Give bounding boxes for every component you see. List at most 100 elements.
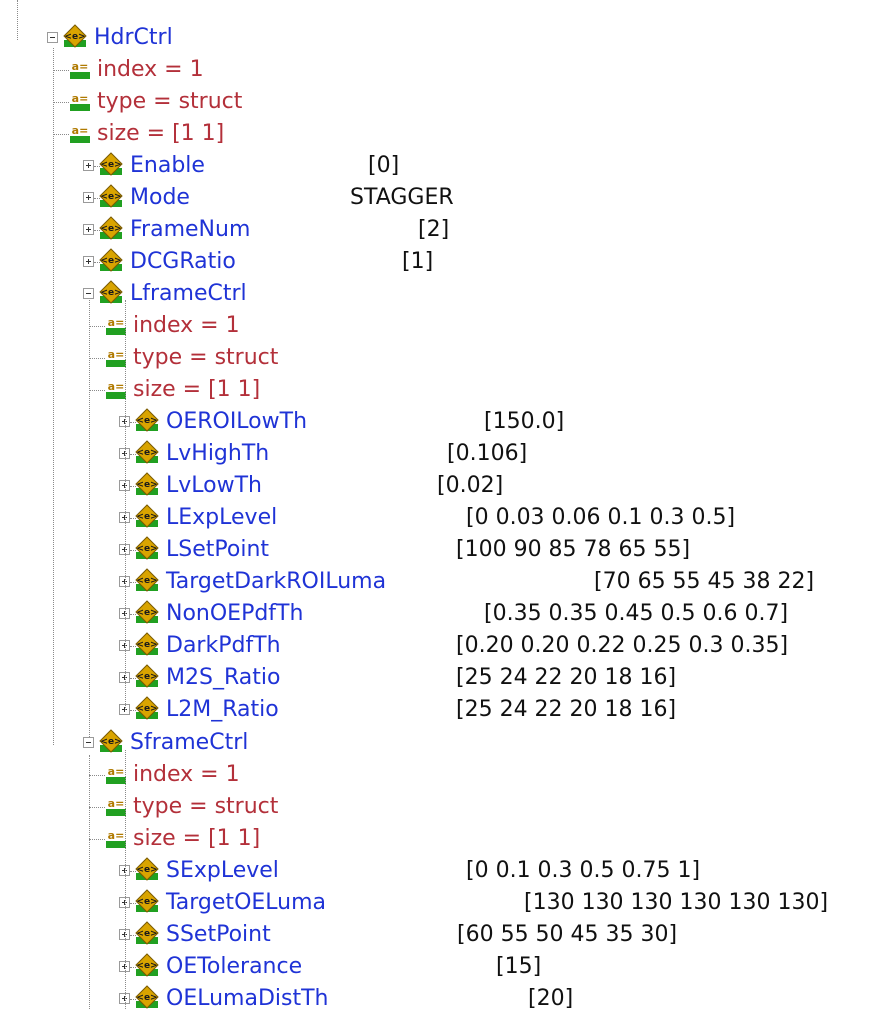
field-name: OEROILowTh	[166, 409, 308, 434]
field-value: [15]	[496, 954, 542, 979]
field-value: [0.106]	[447, 441, 528, 466]
plus-expander-icon[interactable]	[83, 192, 94, 203]
tree-node-field[interactable]: <e> Mode STAGGER	[0, 182, 870, 214]
struct-element-icon: <e>	[134, 600, 160, 624]
tree-node-field[interactable]: <e> NonOEPdfTh [0.35 0.35 0.45 0.5 0.6 0.7…	[0, 598, 870, 630]
svg-text:a=: a=	[108, 316, 125, 329]
tree-node-field[interactable]: <e> LvHighTh [0.106]	[0, 438, 870, 470]
struct-element-icon: <e>	[98, 729, 124, 753]
tree-node-field[interactable]: <e> L2M_Ratio [25 24 22 20 18 16]	[0, 694, 870, 726]
field-value: [0.20 0.20 0.22 0.25 0.3 0.35]	[456, 633, 789, 658]
attribute-icon: a=	[105, 346, 127, 368]
struct-element-icon: <e>	[134, 889, 160, 913]
minus-expander-icon[interactable]	[83, 288, 94, 299]
svg-text:a=: a=	[108, 765, 125, 778]
tree-node-attribute[interactable]: a= type = struct	[0, 86, 870, 118]
field-name: OETolerance	[166, 954, 303, 979]
struct-element-icon: <e>	[98, 248, 124, 272]
field-value: [0 0.03 0.06 0.1 0.3 0.5]	[466, 505, 736, 530]
tree-node-attribute[interactable]: a= type = struct	[0, 342, 870, 374]
tree-node-attribute[interactable]: a= size = [1 1]	[0, 823, 870, 855]
struct-element-icon: <e>	[98, 280, 124, 304]
tree-node-field[interactable]: <e> M2S_Ratio [25 24 22 20 18 16]	[0, 662, 870, 694]
tree-node-field[interactable]: <e> TargetDarkROILuma [70 65 55 45 38 22]	[0, 566, 870, 598]
field-name: M2S_Ratio	[166, 665, 281, 690]
tree-node-field[interactable]: <e> Enable [0]	[0, 150, 870, 182]
field-name: SSetPoint	[166, 922, 271, 947]
tree-node-field[interactable]: <e> TargetOELuma [130 130 130 130 130 130]	[0, 887, 870, 919]
field-name: LSetPoint	[166, 537, 270, 562]
struct-tree-view: <e> HdrCtrl a= index = 1 a= type = struct a= si…	[0, 0, 870, 1011]
attribute-text: type = struct	[133, 794, 279, 819]
attribute-text: size = [1 1]	[133, 826, 261, 851]
field-value: [20]	[528, 986, 574, 1011]
tree-node-field[interactable]: <e> OEROILowTh [150.0]	[0, 406, 870, 438]
plus-expander-icon[interactable]	[83, 256, 94, 267]
field-value: [2]	[418, 217, 450, 242]
svg-text:<e>: <e>	[136, 576, 157, 586]
struct-element-icon: <e>	[134, 472, 160, 496]
field-name: Enable	[130, 153, 205, 178]
field-value: [0.35 0.35 0.45 0.5 0.6 0.7]	[484, 601, 789, 626]
field-value: [130 130 130 130 130 130]	[524, 890, 829, 915]
field-name: LExpLevel	[166, 505, 278, 530]
attribute-icon: a=	[105, 827, 127, 849]
tree-node-attribute[interactable]: a= index = 1	[0, 310, 870, 342]
tree-node-field[interactable]: <e> DCGRatio [1]	[0, 246, 870, 278]
tree-node-group[interactable]: <e> HdrCtrl	[0, 22, 870, 54]
tree-node-attribute[interactable]: a= type = struct	[0, 791, 870, 823]
tree-node-group[interactable]: <e> LframeCtrl	[0, 278, 870, 310]
field-name: DCGRatio	[130, 249, 236, 274]
struct-element-icon: <e>	[134, 857, 160, 881]
field-name: SExpLevel	[166, 858, 279, 883]
tree-node-attribute[interactable]: a= index = 1	[0, 54, 870, 86]
svg-text:<e>: <e>	[136, 897, 157, 907]
svg-text:<e>: <e>	[136, 608, 157, 618]
tree-node-field[interactable]: <e> FrameNum [2]	[0, 214, 870, 246]
attribute-icon: a=	[105, 763, 127, 785]
tree-node-field[interactable]: <e> OELumaDistTh [20]	[0, 983, 870, 1015]
svg-text:<e>: <e>	[100, 737, 121, 747]
attribute-icon: a=	[105, 314, 127, 336]
tree-node-field[interactable]: <e> LvLowTh [0.02]	[0, 470, 870, 502]
field-value: [60 55 50 45 35 30]	[457, 922, 678, 947]
attribute-text: type = struct	[97, 89, 243, 114]
tree-node-field[interactable]: <e> LSetPoint [100 90 85 78 65 55]	[0, 534, 870, 566]
tree-node-field[interactable]: <e> DarkPdfTh [0.20 0.20 0.22 0.25 0.3 0.3…	[0, 630, 870, 662]
tree-node-group[interactable]: <e> SframeCtrl	[0, 727, 870, 759]
tree-node-field[interactable]: <e> LExpLevel [0 0.03 0.06 0.1 0.3 0.5]	[0, 502, 870, 534]
struct-element-icon: <e>	[98, 184, 124, 208]
struct-element-icon: <e>	[98, 152, 124, 176]
svg-text:<e>: <e>	[136, 704, 157, 714]
field-name: TargetOELuma	[166, 890, 327, 915]
struct-element-icon: <e>	[134, 953, 160, 977]
tree-node-field[interactable]: <e> OETolerance [15]	[0, 951, 870, 983]
svg-text:<e>: <e>	[136, 961, 157, 971]
svg-text:<e>: <e>	[100, 160, 121, 170]
minus-expander-icon[interactable]	[83, 737, 94, 748]
field-value: [0]	[368, 153, 400, 178]
attribute-icon: a=	[105, 378, 127, 400]
struct-element-icon: <e>	[134, 696, 160, 720]
node-name: LframeCtrl	[130, 281, 247, 306]
svg-text:<e>: <e>	[136, 416, 157, 426]
plus-expander-icon[interactable]	[83, 224, 94, 235]
tree-node-attribute[interactable]: a= size = [1 1]	[0, 118, 870, 150]
plus-expander-icon[interactable]	[83, 160, 94, 171]
tree-node-field[interactable]: <e> SSetPoint [60 55 50 45 35 30]	[0, 919, 870, 951]
svg-text:<e>: <e>	[136, 993, 157, 1003]
field-value: [1]	[402, 249, 434, 274]
struct-element-icon: <e>	[62, 24, 88, 48]
tree-guide-line	[125, 750, 126, 1009]
svg-text:a=: a=	[72, 60, 89, 73]
field-name: OELumaDistTh	[166, 986, 329, 1011]
field-name: DarkPdfTh	[166, 633, 281, 658]
struct-element-icon: <e>	[134, 536, 160, 560]
attribute-text: index = 1	[97, 57, 204, 82]
minus-expander-icon[interactable]	[47, 32, 58, 43]
tree-node-attribute[interactable]: a= size = [1 1]	[0, 374, 870, 406]
tree-node-attribute[interactable]: a= index = 1	[0, 759, 870, 791]
tree-node-field[interactable]: <e> SExpLevel [0 0.1 0.3 0.5 0.75 1]	[0, 855, 870, 887]
node-name: HdrCtrl	[94, 25, 173, 50]
tree-guide-line	[125, 300, 126, 710]
